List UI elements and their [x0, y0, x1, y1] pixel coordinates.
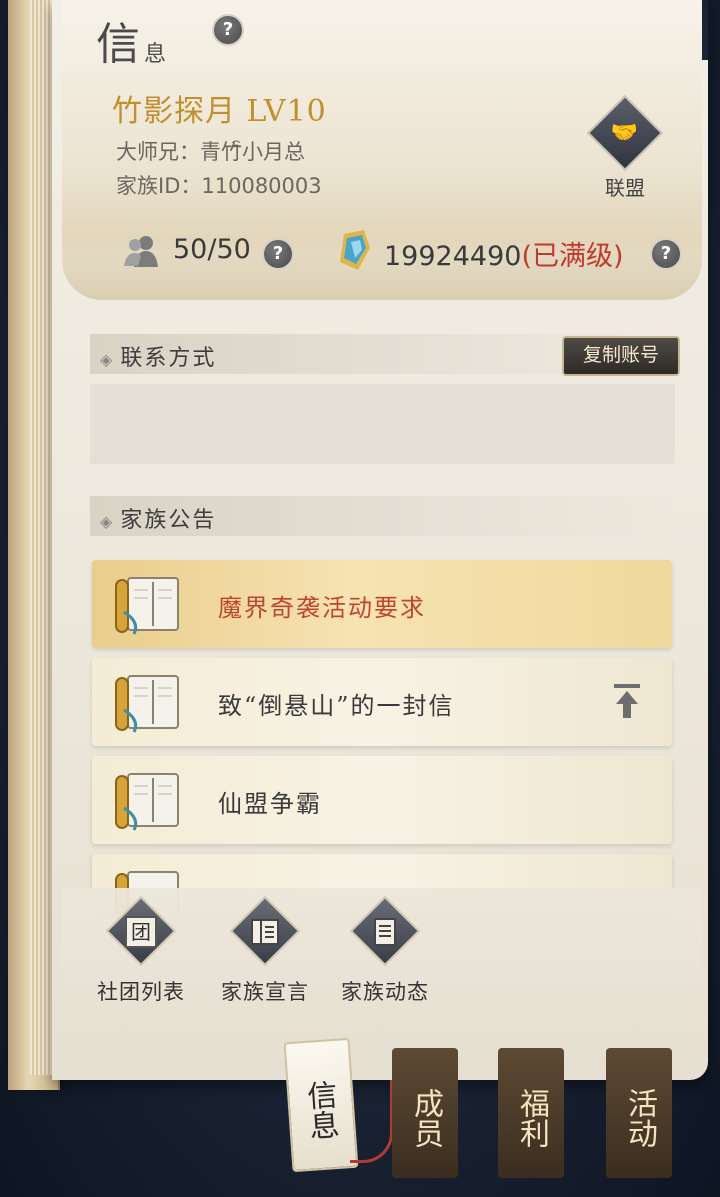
clan-master-label: 大师兄：	[116, 140, 200, 164]
clan-master: 大师兄：青竹ꩰ小月总	[116, 136, 305, 170]
section-title-small: 息	[144, 42, 167, 67]
clan-activity-button[interactable]: 家族动态	[330, 895, 440, 1006]
scroll-icon	[115, 773, 179, 831]
document-icon	[374, 918, 396, 946]
section-title: 信息	[96, 8, 166, 72]
announcement-title: 魔界奇袭活动要求	[218, 594, 426, 622]
diamond-icon: ◈	[100, 512, 115, 531]
clan-id-value: 110080003	[201, 174, 322, 198]
contact-header-text: 联系方式	[120, 346, 217, 371]
alliance-button[interactable]: 🤝 联盟	[586, 94, 664, 201]
members-count: 50/50	[173, 234, 251, 265]
clan-declaration-label: 家族宣言	[221, 980, 309, 1004]
funds-help-icon[interactable]: ?	[650, 238, 682, 270]
club-list-button[interactable]: 团 社团列表	[86, 895, 196, 1006]
announcement-item[interactable]: 魔界奇袭活动要求	[92, 560, 672, 648]
clan-id: 家族ID：110080003	[116, 170, 322, 200]
tab-members[interactable]: 成员	[392, 1048, 458, 1178]
diamond-icon: ◈	[100, 350, 115, 369]
announcement-title: 仙盟争霸	[218, 790, 322, 818]
clan-name: 竹影探月 LV10	[112, 94, 327, 129]
funds-crystal-icon	[340, 230, 370, 270]
clan-id-label: 家族ID：	[116, 174, 202, 198]
clan-activity-label: 家族动态	[341, 980, 429, 1004]
announcement-item[interactable]: 致“倒悬山”的一封信	[92, 658, 672, 746]
tab-info[interactable]: 信息	[283, 1037, 359, 1173]
scroll-icon	[115, 675, 179, 733]
members-icon	[124, 236, 158, 267]
group-icon: 团	[125, 916, 157, 948]
book-page-edges	[30, 0, 52, 1075]
announcement-title: 致“倒悬山”的一封信	[218, 692, 455, 720]
funds-value: 19924490	[384, 241, 522, 272]
clan-master-name: 青竹ꩰ小月总	[200, 140, 305, 164]
announcements-header-text: 家族公告	[120, 508, 217, 533]
tab-cord-decoration	[350, 1080, 393, 1163]
alliance-label: 联盟	[605, 176, 645, 200]
members-help-icon[interactable]: ?	[262, 238, 294, 270]
funds-status: (已满级)	[521, 241, 624, 272]
contact-section-label: ◈ 联系方式	[100, 340, 216, 372]
announcements-section-label: ◈ 家族公告	[100, 502, 216, 534]
help-icon[interactable]: ?	[212, 14, 244, 46]
pin-top-icon[interactable]	[614, 684, 640, 720]
scroll-icon	[115, 577, 179, 635]
tab-activities[interactable]: 活动	[606, 1048, 672, 1178]
contact-box	[90, 384, 675, 464]
funds: 19924490(已满级)	[384, 234, 624, 273]
book-icon	[251, 919, 279, 945]
club-list-label: 社团列表	[97, 980, 185, 1004]
section-title-big: 信	[96, 19, 140, 70]
announcement-item[interactable]: 仙盟争霸	[92, 756, 672, 844]
announcements-section-header: ◈ 家族公告	[90, 496, 675, 536]
handshake-icon: 🤝	[586, 94, 664, 172]
tab-welfare[interactable]: 福利	[498, 1048, 564, 1178]
copy-account-button[interactable]: 复制账号	[562, 336, 680, 376]
clan-declaration-button[interactable]: 家族宣言	[210, 895, 320, 1006]
